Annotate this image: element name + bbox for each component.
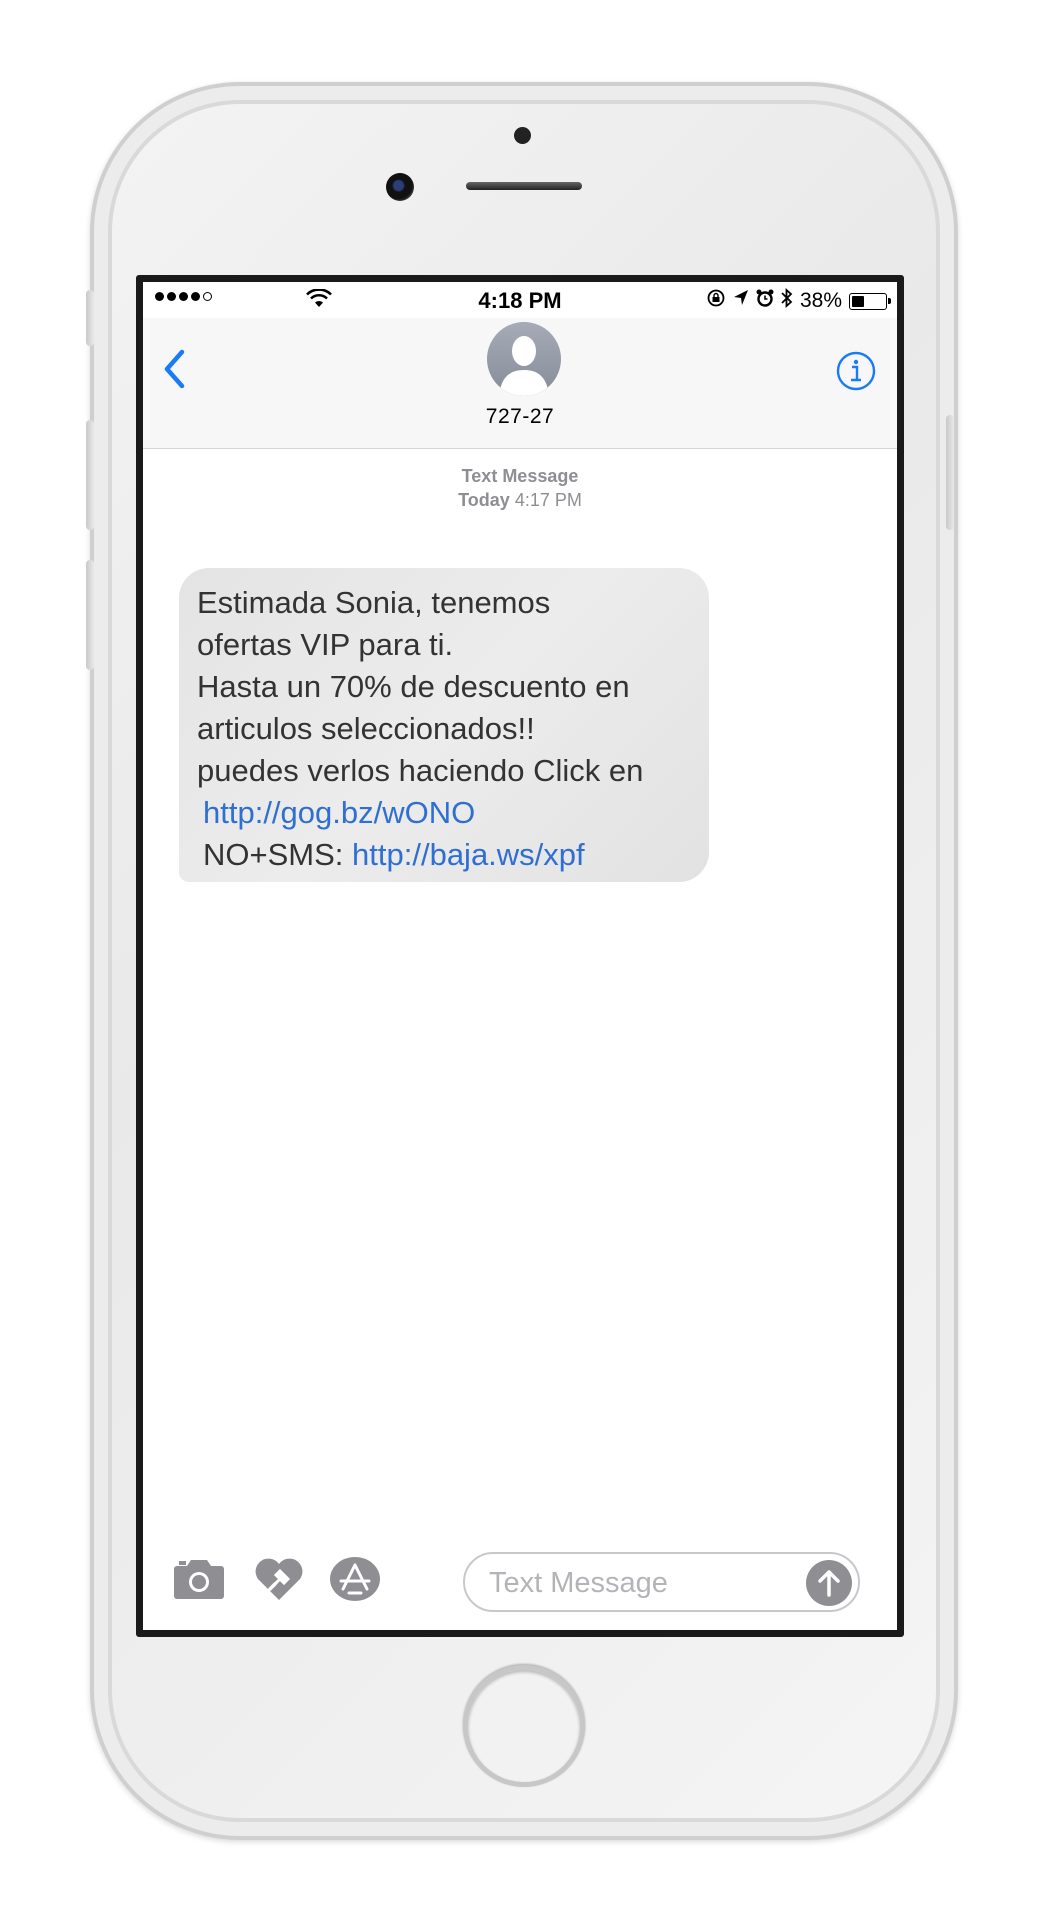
message-type-label: Text Message <box>461 466 579 486</box>
lock-rotation-icon <box>706 288 726 314</box>
message-input-field[interactable] <box>463 1552 860 1612</box>
message-input[interactable] <box>487 1562 791 1604</box>
person-silhouette-icon <box>499 336 549 396</box>
camera-button[interactable] <box>173 1558 225 1605</box>
earpiece-speaker <box>466 182 582 190</box>
contact-name[interactable]: 727-27 <box>143 405 897 429</box>
message-date: Today 4:17 PM <box>143 488 897 512</box>
optout-line: NO+SMS: http://baja.ws/xpf <box>197 834 699 876</box>
conversation-header: 727-27 <box>143 318 897 449</box>
status-right: 38% <box>706 287 891 314</box>
offer-link[interactable]: http://gog.bz/wONO <box>203 795 475 830</box>
contact-avatar[interactable] <box>487 322 561 396</box>
alarm-icon <box>756 289 774 313</box>
message-line: articulos seleccionados!! <box>197 711 535 746</box>
side-button-power <box>946 415 954 530</box>
side-button-volume-up <box>86 420 94 530</box>
digital-touch-button[interactable] <box>253 1556 305 1607</box>
side-button-volume-down <box>86 560 94 670</box>
message-line: Estimada Sonia, tenemos <box>197 585 551 620</box>
side-button-mute <box>86 290 94 346</box>
optout-prefix: NO+SMS: <box>203 837 344 872</box>
message-day: Today <box>458 490 510 510</box>
status-bar: 4:18 PM 38% <box>143 282 897 318</box>
message-line: Hasta un 70% de descuento en <box>197 669 630 704</box>
message-link-line: http://gog.bz/wONO <box>197 792 699 834</box>
front-camera <box>386 173 414 201</box>
app-store-icon <box>330 1557 380 1601</box>
battery-tip <box>888 297 891 304</box>
message-composer <box>143 1530 897 1630</box>
app-store-button[interactable] <box>329 1554 381 1609</box>
incoming-message-bubble[interactable]: Estimada Sonia, tenemos ofertas VIP para… <box>179 568 709 882</box>
battery-percent: 38% <box>799 289 842 312</box>
screen: 4:18 PM 38% 727-27 Text Message Today 4:… <box>136 275 904 1637</box>
send-arrow-icon <box>818 1570 840 1597</box>
info-icon <box>836 351 876 391</box>
battery-fill <box>852 295 864 307</box>
digital-touch-icon <box>255 1558 303 1600</box>
message-time: 4:17 PM <box>514 490 582 510</box>
back-button[interactable] <box>161 348 187 395</box>
send-button[interactable] <box>806 1560 852 1606</box>
proximity-sensor <box>514 127 531 144</box>
location-icon <box>733 289 749 313</box>
thread-timestamp: Text Message Today 4:17 PM <box>143 464 897 512</box>
camera-icon <box>174 1560 224 1599</box>
bluetooth-icon <box>781 287 793 314</box>
message-line: puedes verlos haciendo Click en <box>197 753 644 788</box>
info-button[interactable] <box>835 350 877 397</box>
home-button[interactable] <box>463 1665 585 1787</box>
battery-icon <box>849 292 891 310</box>
back-chevron-icon <box>164 349 185 389</box>
optout-link[interactable]: http://baja.ws/xpf <box>352 837 585 872</box>
message-line: ofertas VIP para ti. <box>197 627 454 662</box>
